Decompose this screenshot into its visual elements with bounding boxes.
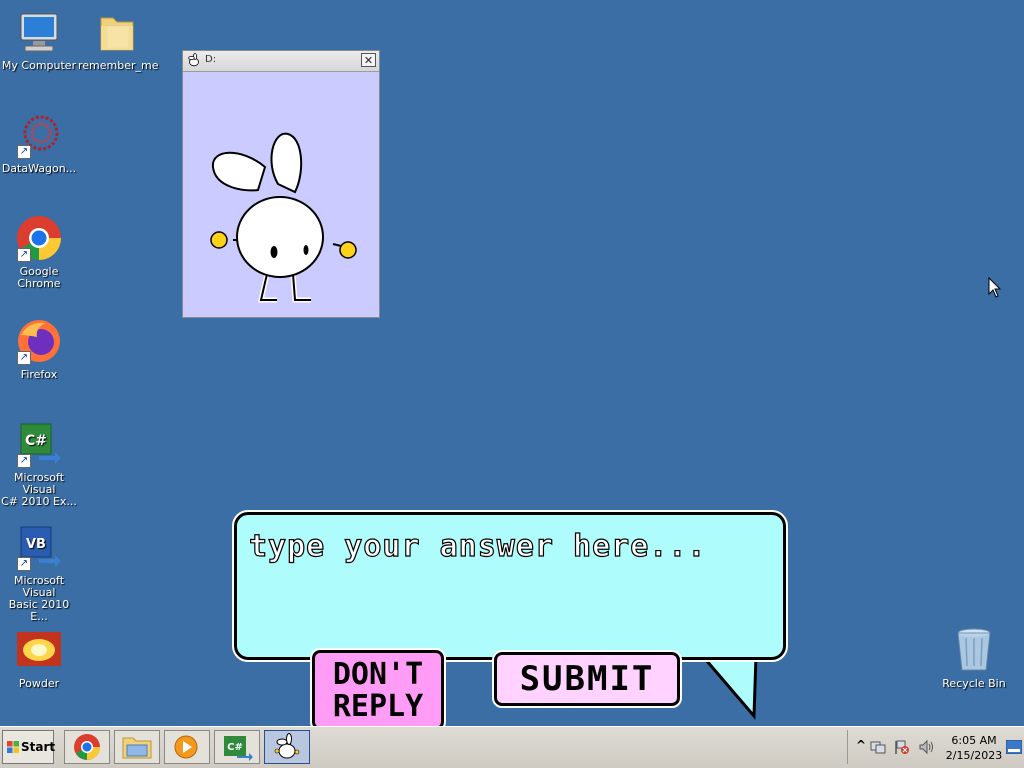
pet-window-title: D: — [205, 54, 217, 65]
chrome-icon — [74, 734, 100, 760]
vb-icon: VB ↗ — [15, 523, 63, 571]
desktop-icon-my-computer[interactable]: My Computer — [0, 8, 78, 72]
csharp-icon: C# — [224, 736, 253, 761]
pet-window[interactable]: D: ✕ — [182, 50, 380, 318]
taskbar-media-player-button[interactable] — [164, 730, 210, 764]
shortcut-arrow-icon: ↗ — [17, 557, 31, 571]
svg-text:VB: VB — [26, 537, 46, 552]
volume-icon[interactable] — [918, 739, 936, 755]
taskbar-explorer-button[interactable] — [114, 730, 160, 764]
mouse-cursor-icon — [988, 277, 1002, 298]
computer-icon — [15, 8, 63, 56]
start-button[interactable]: Start — [2, 730, 56, 764]
clock-time[interactable]: 6:05 AM — [944, 734, 1004, 747]
answer-input[interactable] — [247, 525, 771, 567]
chrome-icon: ↗ — [15, 214, 63, 262]
shortcut-arrow-icon: ↗ — [17, 145, 31, 159]
svg-text:C#: C# — [25, 433, 47, 449]
explorer-icon — [122, 737, 152, 759]
shortcut-arrow-icon: ↗ — [17, 454, 31, 468]
desktop-icon-firefox[interactable]: ↗ Firefox — [0, 317, 78, 381]
firefox-icon: ↗ — [15, 317, 63, 365]
clock-date[interactable]: 2/15/2023 — [944, 749, 1004, 762]
close-button[interactable]: ✕ — [361, 53, 376, 67]
shortcut-arrow-icon: ↗ — [17, 248, 31, 262]
desktop-icon-label: DataWagon... — [1, 162, 77, 175]
desktop-icon-google-chrome[interactable]: ↗ Google Chrome — [0, 214, 78, 290]
shortcut-arrow-icon: ↗ — [17, 351, 31, 365]
dont-reply-button[interactable]: DON'T REPLY — [310, 648, 446, 732]
desktop-icon-label: Google Chrome — [17, 265, 61, 290]
desktop-icon-visual-basic[interactable]: VB ↗ Microsoft Visual Basic 2010 E... — [0, 523, 78, 623]
pet-window-titlebar[interactable]: D: ✕ — [183, 51, 379, 72]
bunny-character — [210, 132, 357, 303]
desktop-icon-powder[interactable]: Powder — [0, 626, 78, 690]
submit-button[interactable]: SUBMIT — [492, 650, 682, 708]
taskbar-csharp-button[interactable]: C# — [214, 730, 260, 764]
desktop-icon-label: remember_me — [78, 59, 159, 72]
recycle-bin-icon — [950, 626, 998, 674]
desktop-icon-label: Microsoft Visual C# 2010 Ex... — [1, 471, 77, 508]
windows-logo-icon — [7, 741, 19, 753]
powder-icon — [15, 626, 63, 674]
desktop-icon-label: Firefox — [20, 368, 58, 381]
taskbar-chrome-button[interactable] — [64, 730, 110, 764]
desktop-icon-label: My Computer — [1, 59, 77, 72]
taskbar-bunny-button[interactable] — [264, 730, 310, 764]
desktop-icon-remember-me[interactable]: remember_me — [78, 8, 159, 72]
csharp-icon: C# ↗ — [15, 420, 63, 468]
system-tray: ^ 6:05 AM 2/15/2023 — [847, 730, 1024, 764]
desktop-icon-label: Powder — [18, 677, 60, 690]
tray-expand-icon[interactable]: ^ — [856, 738, 866, 752]
answer-dialog — [232, 510, 788, 662]
show-desktop-icon[interactable] — [1006, 740, 1022, 754]
svg-text:C#: C# — [227, 742, 243, 753]
desktop-icon-datawagon[interactable]: ↗ DataWagon... — [0, 111, 78, 175]
bunny-icon — [274, 733, 300, 759]
desktop-icon-recycle-bin[interactable]: Recycle Bin — [935, 626, 1013, 690]
taskbar: Start C# ^ 6:05 AM 2/15/2023 — [0, 726, 1024, 768]
desktop-icon-label: Microsoft Visual Basic 2010 E... — [8, 574, 70, 623]
desktop-icon-label: Recycle Bin — [942, 677, 1006, 690]
media-player-icon — [174, 735, 198, 759]
datawagon-icon: ↗ — [15, 111, 63, 159]
desktop-icon-visual-csharp[interactable]: C# ↗ Microsoft Visual C# 2010 Ex... — [0, 420, 78, 508]
bunny-app-icon — [188, 53, 199, 67]
action-center-flag-icon[interactable] — [894, 739, 910, 755]
network-icon[interactable] — [870, 739, 886, 755]
start-label: Start — [21, 740, 56, 754]
folder-icon — [93, 8, 141, 56]
